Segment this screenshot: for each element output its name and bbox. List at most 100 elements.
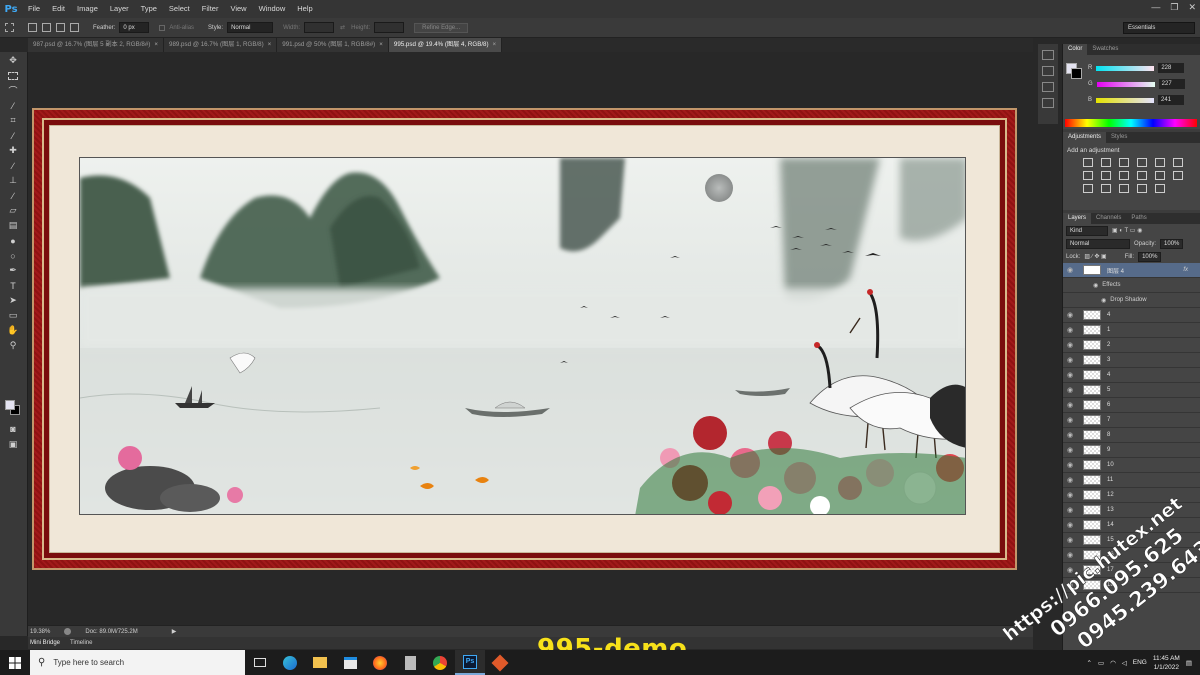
drop-shadow-row[interactable]: ◉ Drop Shadow bbox=[1063, 293, 1200, 308]
new-selection-icon[interactable] bbox=[28, 23, 37, 32]
eye-icon[interactable]: ◉ bbox=[1063, 326, 1077, 334]
curves-icon[interactable] bbox=[1119, 158, 1129, 167]
layer-row[interactable]: ◉ 3 bbox=[1063, 353, 1200, 368]
magic-wand-icon[interactable]: ⁄ bbox=[5, 99, 21, 112]
menu-window[interactable]: Window bbox=[253, 0, 292, 18]
color-balance-icon[interactable] bbox=[1101, 171, 1111, 180]
hue-sat-icon[interactable] bbox=[1083, 171, 1093, 180]
gradient-tool-icon[interactable]: ▤ bbox=[5, 219, 21, 232]
healing-brush-icon[interactable]: ✚ bbox=[5, 144, 21, 157]
doc-tab[interactable]: 989.psd @ 16.7% (图层 1, RGB/8) × bbox=[164, 38, 278, 52]
file-explorer-icon[interactable] bbox=[305, 650, 335, 675]
chrome-icon[interactable] bbox=[425, 650, 455, 675]
add-selection-icon[interactable] bbox=[42, 23, 51, 32]
eye-icon[interactable]: ◉ bbox=[1063, 506, 1077, 514]
clone-stamp-icon[interactable]: ⊥ bbox=[5, 174, 21, 187]
fill-input[interactable]: 100% bbox=[1138, 251, 1162, 262]
language-indicator[interactable]: ENG bbox=[1133, 659, 1147, 666]
tab-swatches[interactable]: Swatches bbox=[1087, 44, 1123, 55]
antialias-checkbox[interactable]: Anti-alias bbox=[159, 24, 194, 31]
marquee-tool-icon[interactable] bbox=[5, 69, 21, 82]
foreground-color-swatch[interactable] bbox=[5, 400, 15, 410]
tab-adjustments[interactable]: Adjustments bbox=[1063, 132, 1107, 143]
layer-row[interactable]: ◉ 7 bbox=[1063, 413, 1200, 428]
swap-icon[interactable]: ⇄ bbox=[340, 24, 345, 31]
lasso-tool-icon[interactable]: ⌒ bbox=[5, 84, 21, 97]
eye-icon[interactable]: ◉ bbox=[1063, 401, 1077, 409]
zoom-tool-icon[interactable]: ⚲ bbox=[5, 339, 21, 352]
green-value[interactable]: 227 bbox=[1158, 79, 1185, 89]
app-icon[interactable] bbox=[485, 650, 515, 675]
photo-filter-icon[interactable] bbox=[1137, 171, 1147, 180]
eraser-icon[interactable]: ▱ bbox=[5, 204, 21, 217]
eye-icon[interactable]: ◉ bbox=[1063, 386, 1077, 394]
blue-value[interactable]: 241 bbox=[1158, 95, 1185, 105]
red-value[interactable]: 228 bbox=[1158, 63, 1185, 73]
taskbar-search[interactable]: ⚲ Type here to search bbox=[30, 650, 245, 675]
eye-icon[interactable]: ◉ bbox=[1063, 461, 1077, 469]
lock-icons[interactable]: ▨ ∕ ✥ ▣ bbox=[1084, 253, 1106, 260]
screen-mode-icon[interactable]: ▣ bbox=[5, 438, 21, 451]
color-spectrum[interactable] bbox=[1065, 119, 1197, 127]
layer-row[interactable]: ◉ 18 bbox=[1063, 578, 1200, 593]
levels-icon[interactable] bbox=[1101, 158, 1111, 167]
height-input[interactable] bbox=[374, 22, 405, 33]
posterize-icon[interactable] bbox=[1101, 184, 1111, 193]
close-icon[interactable]: × bbox=[379, 41, 383, 48]
eye-icon[interactable]: ◉ bbox=[1063, 266, 1077, 274]
zoom-level[interactable]: 19.38% bbox=[30, 629, 50, 635]
close-icon[interactable]: × bbox=[268, 41, 272, 48]
layer-row[interactable]: ◉ 1 bbox=[1063, 323, 1200, 338]
layer-row[interactable]: ◉ 5 bbox=[1063, 383, 1200, 398]
crop-tool-icon[interactable]: ⌗ bbox=[5, 114, 21, 127]
layer-row[interactable]: ◉ 17 bbox=[1063, 563, 1200, 578]
task-view-icon[interactable] bbox=[245, 650, 275, 675]
minimize-button[interactable]: — bbox=[1151, 2, 1160, 13]
filter-icons[interactable]: ▣ ◐ T ▭ ◉ bbox=[1112, 227, 1142, 234]
blue-slider[interactable] bbox=[1096, 97, 1155, 103]
layer-row[interactable]: ◉ 14 bbox=[1063, 518, 1200, 533]
layer-effects-row[interactable]: ◉ Effects bbox=[1063, 278, 1200, 293]
blend-mode-select[interactable]: Normal bbox=[1066, 238, 1130, 249]
type-tool-icon[interactable]: T bbox=[5, 279, 21, 292]
volume-icon[interactable]: ◁ bbox=[1122, 659, 1127, 667]
menu-edit[interactable]: Edit bbox=[46, 0, 71, 18]
eye-icon[interactable]: ◉ bbox=[1063, 551, 1077, 559]
color-lookup-icon[interactable] bbox=[1173, 171, 1183, 180]
quick-mask-icon[interactable]: ◙ bbox=[5, 422, 21, 435]
drop-shadow-eye-icon[interactable]: ◉ bbox=[1101, 297, 1106, 304]
eye-icon[interactable]: ◉ bbox=[1063, 446, 1077, 454]
history-brush-icon[interactable]: ∕ bbox=[5, 189, 21, 202]
effects-eye-icon[interactable]: ◉ bbox=[1093, 282, 1098, 289]
eye-icon[interactable]: ◉ bbox=[1063, 356, 1077, 364]
hand-tool-icon[interactable]: ✋ bbox=[5, 324, 21, 337]
status-arrow-icon[interactable]: ▶ bbox=[172, 628, 177, 635]
black-white-icon[interactable] bbox=[1119, 171, 1129, 180]
close-icon[interactable]: × bbox=[154, 41, 158, 48]
threshold-icon[interactable] bbox=[1119, 184, 1129, 193]
shape-tool-icon[interactable]: ▭ bbox=[5, 309, 21, 322]
eye-icon[interactable]: ◉ bbox=[1063, 341, 1077, 349]
fx-badge[interactable]: fx bbox=[1183, 267, 1188, 273]
menu-layer[interactable]: Layer bbox=[104, 0, 135, 18]
layer-row[interactable]: ◉ 10 bbox=[1063, 458, 1200, 473]
marquee-preset-icon[interactable] bbox=[5, 23, 14, 32]
layer-row[interactable]: ◉ 13 bbox=[1063, 503, 1200, 518]
layer-row[interactable]: ◉ 15 bbox=[1063, 533, 1200, 548]
dodge-tool-icon[interactable]: ○ bbox=[5, 249, 21, 262]
doc-tab[interactable]: 987.psd @ 16.7% (图层 5 副本 2, RGB/8#) × bbox=[28, 38, 164, 52]
layer-row[interactable]: ◉ 16 bbox=[1063, 548, 1200, 563]
color-bg-swatch[interactable] bbox=[1071, 68, 1082, 79]
wifi-icon[interactable]: ◠ bbox=[1110, 659, 1116, 667]
layer-row-selected[interactable]: ◉ 图层 4 fx bbox=[1063, 263, 1200, 278]
canvas-area[interactable] bbox=[28, 52, 1033, 625]
edge-icon[interactable] bbox=[275, 650, 305, 675]
exposure-icon[interactable] bbox=[1137, 158, 1147, 167]
invert-icon[interactable] bbox=[1083, 184, 1093, 193]
menu-select[interactable]: Select bbox=[163, 0, 196, 18]
pen-tool-icon[interactable]: ✒ bbox=[5, 264, 21, 277]
layer-row[interactable]: ◉ 11 bbox=[1063, 473, 1200, 488]
layer-row[interactable]: ◉ 4 bbox=[1063, 308, 1200, 323]
selective-color-icon[interactable] bbox=[1137, 184, 1147, 193]
layer-row[interactable]: ◉ 9 bbox=[1063, 443, 1200, 458]
